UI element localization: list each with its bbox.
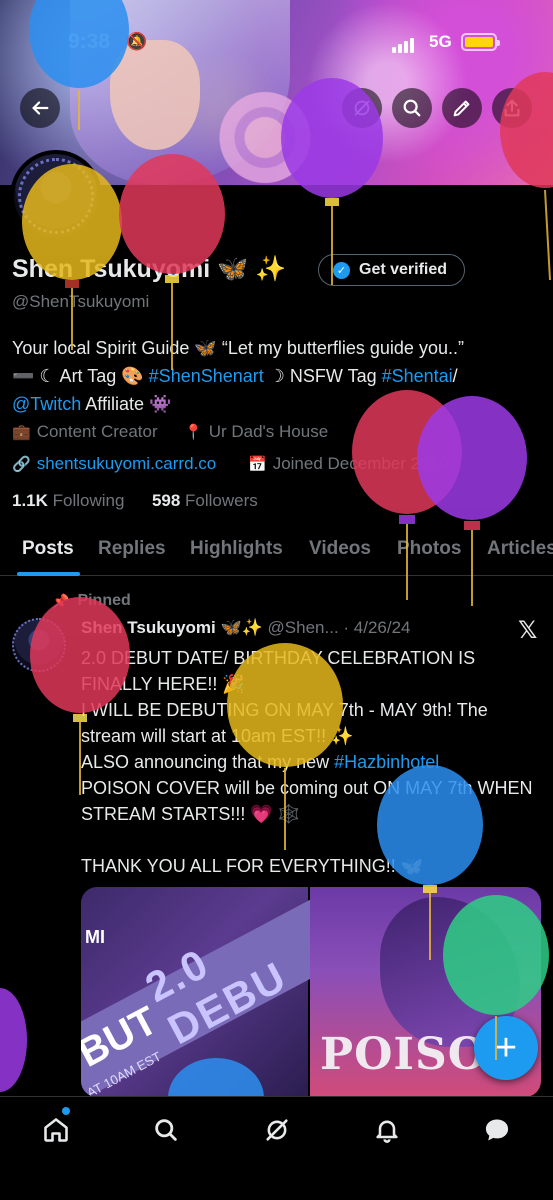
profile-name: Shen Tsukuyomi 🦋 ✨	[12, 255, 287, 283]
search-icon	[403, 99, 421, 117]
back-button[interactable]	[20, 88, 60, 128]
pin-icon: 📌	[52, 592, 70, 609]
debut-image[interactable]: 2.0 DEBU BUT AT 10AM EST MI	[81, 887, 369, 1097]
hashtag-link-hazbinhotel[interactable]: #Hazbinhotel	[334, 752, 439, 772]
nav-grok[interactable]	[260, 1113, 294, 1147]
briefcase-icon: 💼	[12, 424, 31, 441]
get-verified-button[interactable]: ✓ Get verified	[318, 254, 465, 286]
bio-text: /	[452, 366, 458, 386]
nav-notifications[interactable]	[370, 1113, 404, 1147]
calendar-icon: 📅	[248, 456, 267, 473]
link-icon: 🔗	[12, 456, 31, 473]
profile-bio: Your local Spirit Guide 🦋 “Let my butter…	[12, 334, 537, 418]
followers-label: Followers	[180, 491, 258, 510]
active-tab-indicator	[17, 572, 80, 576]
get-verified-label: Get verified	[359, 261, 448, 278]
status-bar: 9:38 🔕 5G	[0, 22, 553, 62]
bio-text: ➖ ☾ Art Tag 🎨	[12, 366, 149, 386]
follow-counts: 1.1K Following 598 Followers	[12, 491, 258, 511]
post-author-avatar[interactable]	[12, 618, 66, 672]
nav-search[interactable]	[149, 1113, 183, 1147]
debut-image-text: MI	[85, 927, 105, 947]
hashtag-link-shentai[interactable]: #Shentai	[382, 366, 453, 386]
profile-joined: 📅 Joined December 2019	[248, 454, 448, 474]
tab-videos[interactable]: Videos	[309, 538, 371, 560]
bio-line-3: @Twitch Affiliate 👾	[12, 390, 537, 418]
profile-location: 📍 Ur Dad's House	[184, 422, 328, 442]
search-icon	[155, 1119, 177, 1141]
bio-text: Affiliate 👾	[81, 394, 172, 414]
post-media[interactable]: 2.0 DEBU BUT AT 10AM EST MI POISON	[81, 887, 541, 1097]
tab-replies[interactable]: Replies	[98, 538, 166, 560]
joined-label: Joined December 2019	[272, 454, 449, 473]
home-icon	[44, 1118, 68, 1142]
status-time: 9:38	[68, 30, 111, 53]
edit-button[interactable]	[442, 88, 482, 128]
profile-tabs: Posts Replies Highlights Videos Photos A…	[0, 530, 553, 576]
messages-icon	[485, 1119, 509, 1141]
home-notification-dot	[62, 1107, 70, 1115]
signal-icon	[392, 35, 416, 53]
grok-icon	[354, 100, 370, 116]
tab-highlights[interactable]: Highlights	[190, 538, 283, 560]
tab-photos[interactable]: Photos	[397, 538, 461, 560]
share-icon	[504, 99, 520, 117]
following-link[interactable]: 1.1K Following	[12, 491, 124, 510]
following-label: Following	[47, 491, 125, 510]
bottom-navigation	[0, 1096, 553, 1200]
pinned-label: Pinned	[77, 592, 131, 609]
bio-line-1: Your local Spirit Guide 🦋 “Let my butter…	[12, 338, 464, 358]
profile-handle: @ShenTsukuyomi	[12, 292, 150, 311]
bio-line-2: ➖ ☾ Art Tag 🎨 #ShenShenart ☽ NSFW Tag #S…	[12, 362, 537, 390]
verified-badge-icon: ✓	[333, 261, 350, 279]
notifications-icon	[376, 1120, 398, 1143]
search-button[interactable]	[392, 88, 432, 128]
location-pin-icon: 📍	[184, 424, 203, 441]
following-count: 1.1K	[12, 491, 48, 510]
pinned-indicator: 📌 Pinned	[52, 592, 131, 610]
arrow-left-icon	[32, 101, 49, 115]
plus-icon: +	[494, 1026, 518, 1069]
profile-website[interactable]: 🔗 shentsukuyomi.carrd.co	[12, 454, 216, 474]
post-text[interactable]: 2.0 DEBUT DATE/ BIRTHDAY CELEBRATION IS …	[81, 645, 536, 879]
mention-link-twitch[interactable]: @Twitch	[12, 394, 81, 414]
website-link[interactable]: shentsukuyomi.carrd.co	[37, 454, 217, 474]
balloon-purple-bottom-left	[0, 988, 27, 1092]
compose-post-button[interactable]: +	[474, 1016, 538, 1080]
nav-home[interactable]	[39, 1113, 73, 1147]
x-logo-icon: 𝕏	[518, 617, 538, 644]
profile-category: 💼 Content Creator	[12, 422, 158, 442]
post-author-handle-date: @Shen... · 4/26/24	[262, 618, 411, 637]
silent-mode-icon: 🔕	[126, 32, 148, 51]
grok-icon	[266, 1119, 288, 1141]
post-text-part: POISON COVER will be coming out ON MAY 7…	[81, 778, 533, 876]
grok-button[interactable]	[342, 88, 382, 128]
edit-icon	[453, 100, 470, 117]
post-header[interactable]: Shen Tsukuyomi 🦋✨ @Shen... · 4/26/24	[81, 618, 411, 638]
battery-icon	[461, 33, 500, 51]
tab-articles[interactable]: Articles	[487, 538, 553, 560]
post-author-name: Shen Tsukuyomi 🦋✨	[81, 618, 263, 637]
location-label: Ur Dad's House	[208, 422, 329, 441]
followers-count: 598	[151, 491, 181, 510]
banner-swirl-decoration	[200, 90, 330, 185]
network-type: 5G	[429, 32, 452, 51]
share-button[interactable]	[492, 88, 532, 128]
profile-avatar[interactable]	[10, 150, 102, 242]
category-label: Content Creator	[36, 422, 158, 441]
followers-link[interactable]: 598 Followers	[152, 491, 258, 510]
nav-messages[interactable]	[480, 1113, 514, 1147]
hashtag-link-shenshenart[interactable]: #ShenShenart	[149, 366, 264, 386]
bio-text: ☽ NSFW Tag	[263, 366, 382, 386]
tab-posts[interactable]: Posts	[22, 538, 74, 560]
